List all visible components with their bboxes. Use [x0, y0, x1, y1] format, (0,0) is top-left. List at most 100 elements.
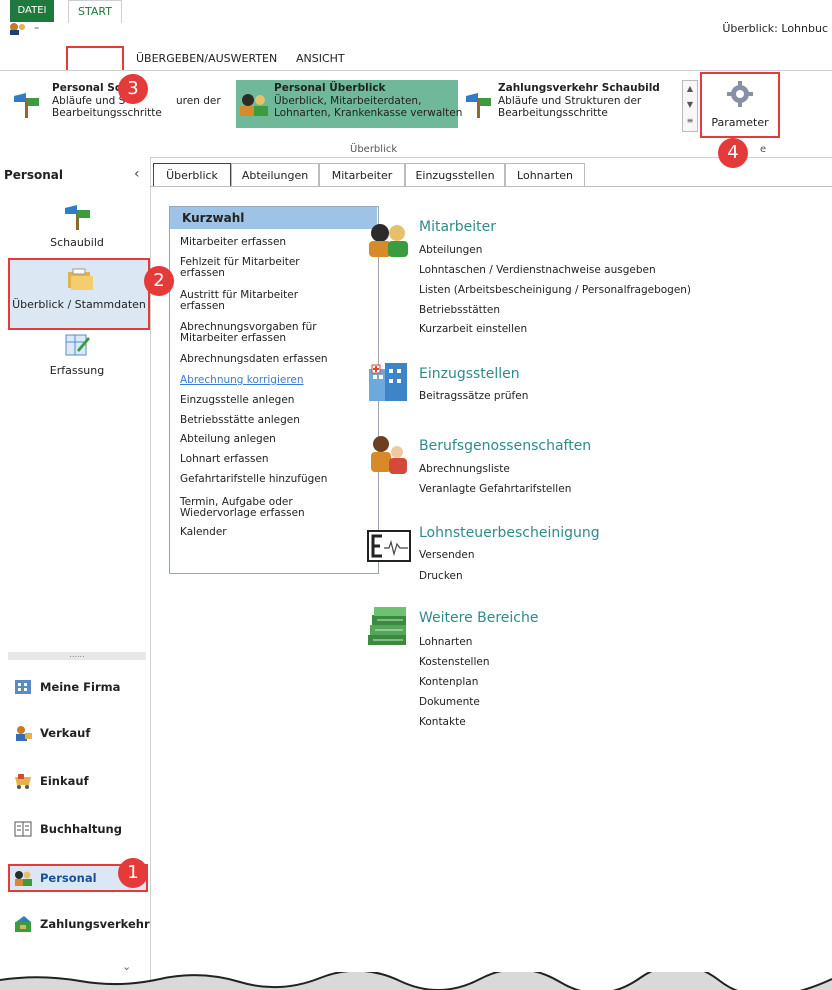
tab-einzugsstellen[interactable]: Einzugsstellen	[405, 163, 505, 187]
gallery-desc: uren der	[176, 95, 221, 107]
window-title: Überblick: Lohnbuc	[722, 22, 828, 35]
gallery-desc: Lohnarten, Krankenkasse verwalten	[274, 107, 463, 119]
salesperson-icon	[16, 726, 32, 741]
scroll-down-icon[interactable]: ▼	[683, 97, 697, 113]
section-title-mitarbeiter[interactable]: Mitarbeiter	[419, 219, 496, 235]
tab-uebergeben-auswerten[interactable]: ÜBERGEBEN/AUSWERTEN	[136, 48, 277, 70]
callout-badge-4: 4	[718, 138, 748, 168]
nav-item-ueberblick-stammdaten[interactable]: Überblick / Stammdaten	[8, 258, 150, 330]
tab-mitarbeiter[interactable]: Mitarbeiter	[319, 163, 405, 187]
nav-module-label: Verkauf	[40, 726, 91, 740]
kurzwahl-item[interactable]: Abrechnungsvorgaben für Mitarbeiter erfas…	[180, 322, 317, 344]
nav-module-label: Buchhaltung	[40, 822, 122, 836]
section-link[interactable]: Kontakte	[419, 716, 466, 728]
signpost-icon	[466, 93, 491, 118]
kurzwahl-item[interactable]: Mitarbeiter erfassen	[180, 237, 286, 248]
kurzwahl-item[interactable]: Lohnart erfassen	[180, 454, 269, 465]
section-link[interactable]: Dokumente	[419, 696, 480, 708]
parameter-label: Parameter	[711, 116, 769, 129]
people-icon	[15, 871, 32, 886]
section-link[interactable]: Kostenstellen	[419, 656, 490, 668]
section-title-berufsgenossenschaften[interactable]: Berufsgenossenschaften	[419, 438, 591, 454]
nav-splitter-handle[interactable]: ......	[8, 651, 146, 660]
payment-icon	[15, 916, 31, 932]
section-link[interactable]: Drucken	[419, 570, 463, 582]
section-link[interactable]: Kurzarbeit einstellen	[419, 323, 527, 335]
tab-divider	[150, 186, 832, 187]
collapse-chevron-icon[interactable]: ‹	[134, 166, 140, 182]
tab-ueberblick[interactable]: Überblick	[153, 163, 231, 187]
section-link[interactable]: Versenden	[419, 549, 475, 561]
gallery-scroll-buttons[interactable]: ▲ ▼ ≡	[682, 80, 698, 132]
kurzwahl-item-link[interactable]: Abrechnung korrigieren	[180, 375, 304, 386]
ribbon-group-label: e	[760, 144, 767, 155]
section-link[interactable]: Lohntaschen / Verdienstnachweise ausgebe…	[419, 264, 656, 276]
kurzwahl-item[interactable]: Termin, Aufgabe oder Wiedervorlage erfass…	[180, 497, 305, 519]
title-bar: ₌ Überblick: Lohnbuc	[0, 0, 832, 44]
nav-module-buchhaltung[interactable]: Buchhaltung	[10, 817, 146, 841]
building-icon	[15, 680, 31, 694]
section-link[interactable]: Beitragssätze prüfen	[419, 390, 528, 402]
section-link[interactable]: Abrechnungsliste	[419, 463, 510, 475]
kurzwahl-item[interactable]: Einzugsstelle anlegen	[180, 395, 294, 406]
gear-icon	[727, 81, 753, 107]
gallery-expand-icon[interactable]: ≡	[683, 113, 697, 129]
kurzwahl-item[interactable]: Abrechnungsdaten erfassen	[180, 354, 328, 365]
kurzwahl-title-text: Kurzwahl	[182, 211, 245, 225]
building-icon	[369, 363, 407, 401]
books-icon	[368, 607, 406, 645]
gallery-desc: Bearbeitungsschritte	[52, 107, 162, 119]
ribbon-group-label: Überblick	[350, 144, 398, 155]
scroll-up-icon[interactable]: ▲	[683, 81, 697, 97]
section-link[interactable]: Abteilungen	[419, 244, 482, 256]
tab-lohnarten[interactable]: Lohnarten	[505, 163, 585, 187]
kurzwahl-item[interactable]: Fehlzeit für Mitarbeiter erfassen	[180, 257, 300, 279]
callout-badge-1: 1	[118, 858, 148, 888]
folder-icon	[68, 268, 93, 290]
nav-module-einkauf[interactable]: Einkauf	[10, 769, 146, 793]
kurzwahl-item[interactable]: Gefahrtarifstelle hinzufügen	[180, 474, 327, 485]
nav-item-label: Überblick / Stammdaten	[12, 298, 146, 311]
nav-item-label: Erfassung	[49, 364, 105, 377]
cart-icon	[15, 774, 31, 789]
kurzwahl-item[interactable]: Abteilung anlegen	[180, 434, 276, 445]
app-icon[interactable]	[8, 22, 30, 36]
section-link[interactable]: Veranlagte Gefahrtarifstellen	[419, 483, 571, 495]
gallery-title: Zahlungsverkehr Schaubild	[498, 82, 660, 94]
nav-module-verkauf[interactable]: Verkauf	[10, 721, 146, 745]
nav-module-zahlungsverkehr[interactable]: Zahlungsverkehr	[10, 912, 150, 936]
kurzwahl-item[interactable]: Kalender	[180, 527, 227, 538]
signpost-icon	[14, 93, 39, 118]
nav-module-label: Meine Firma	[40, 680, 121, 694]
nav-item-erfassung[interactable]: Erfassung	[8, 332, 146, 386]
nav-module-meine-firma[interactable]: Meine Firma	[10, 675, 146, 699]
gallery-desc: Überblick, Mitarbeiterdaten,	[274, 95, 422, 107]
section-link[interactable]: Kontenplan	[419, 676, 478, 688]
parameter-button[interactable]: Parameter	[700, 72, 780, 138]
kurzwahl-item[interactable]: Betriebsstätte anlegen	[180, 415, 300, 426]
nav-item-label: Schaubild	[50, 236, 104, 249]
section-link[interactable]: Listen (Arbeitsbescheinigung / Personalf…	[419, 284, 691, 296]
nav-module-label: Zahlungsverkehr	[40, 917, 150, 931]
tab-ansicht[interactable]: ANSICHT	[296, 48, 345, 70]
nav-item-schaubild[interactable]: Schaubild	[8, 204, 146, 258]
ledger-icon	[14, 821, 32, 837]
torn-edge-decoration	[0, 972, 832, 990]
tab-start[interactable]: START	[68, 0, 122, 23]
section-title-weitere-bereiche[interactable]: Weitere Bereiche	[419, 610, 539, 626]
kurzwahl-item[interactable]: Austritt für Mitarbeiter erfassen	[180, 290, 298, 312]
kurzwahl-title: Kurzwahl	[170, 207, 377, 229]
section-link[interactable]: Lohnarten	[419, 636, 472, 648]
section-link[interactable]: Betriebsstätten	[419, 304, 500, 316]
section-title-einzugsstellen[interactable]: Einzugsstellen	[419, 366, 520, 382]
signpost-icon	[65, 205, 90, 230]
people-icon	[240, 94, 268, 116]
quick-access-dropdown-icon[interactable]: ₌	[34, 22, 39, 33]
nav-module-label: Personal	[40, 871, 97, 885]
gallery-personal-ueberblick[interactable]: Personal Überblick Überblick, Mitarbeite…	[236, 80, 462, 128]
gallery-title: Personal Überblick	[274, 82, 386, 94]
tab-datei[interactable]: DATEI	[10, 0, 54, 22]
tab-abteilungen[interactable]: Abteilungen	[231, 163, 319, 187]
gallery-zahlungsverkehr-schaubild[interactable]: Zahlungsverkehr Schaubild Abläufe und St…	[460, 80, 680, 128]
section-title-lohnsteuerbescheinigung[interactable]: Lohnsteuerbescheinigung	[419, 525, 600, 541]
